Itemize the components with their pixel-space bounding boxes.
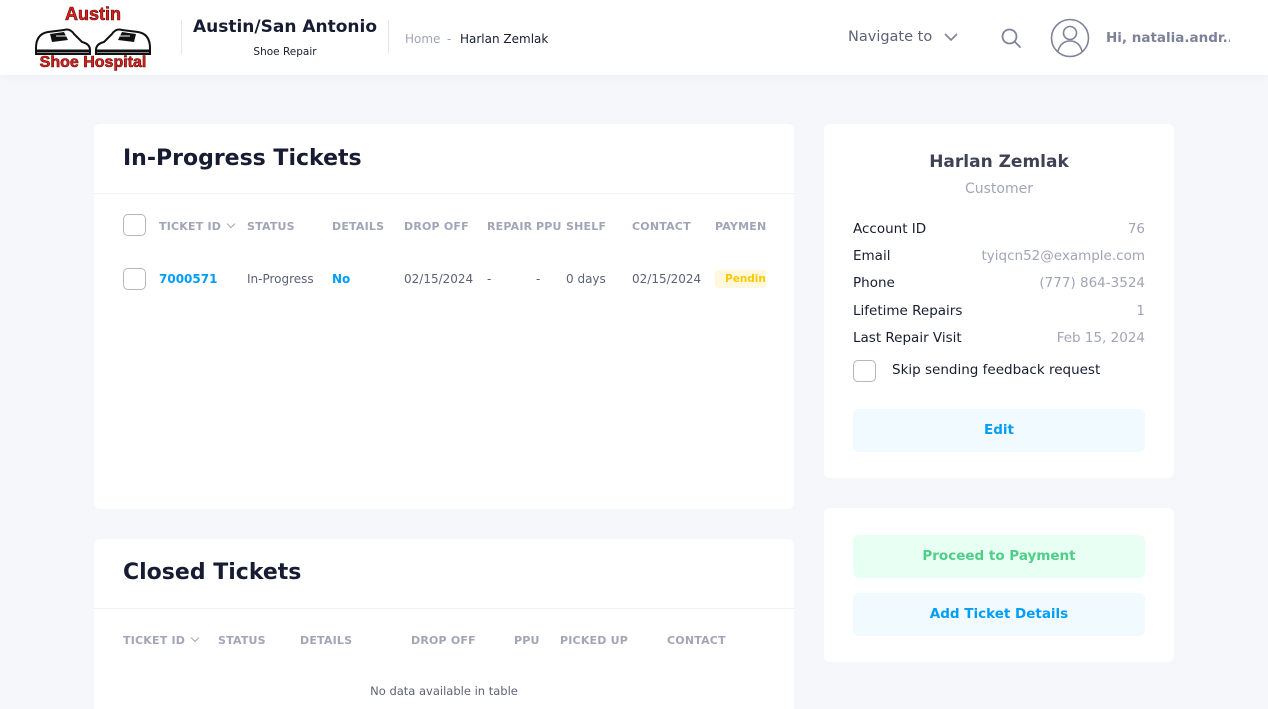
in-progress-tickets-card: In-Progress Tickets TICKET ID STATUS DET…: [94, 124, 794, 509]
closed-title: Closed Tickets: [123, 560, 302, 585]
logo-text-shoe-hospital: Shoe Hospital: [40, 54, 147, 71]
column-header-contact[interactable]: CONTACT: [667, 634, 726, 647]
column-header-contact[interactable]: CONTACT: [632, 220, 691, 233]
add-ticket-details-button[interactable]: Add Ticket Details: [853, 593, 1145, 636]
breadcrumb-current: Harlan Zemlak: [460, 32, 549, 46]
user-greeting[interactable]: Hi, natalia.andr...!: [1106, 30, 1230, 46]
email-value: tyiqcn52@example.com: [981, 248, 1146, 264]
column-header-ticket-id[interactable]: TICKET ID: [159, 219, 236, 233]
column-header-ticket-id[interactable]: TICKET ID: [123, 633, 200, 647]
payment-badge-clip: Pending: [715, 270, 766, 292]
navigate-to-label: Navigate to: [848, 29, 933, 45]
lifetime-repairs-label: Lifetime Repairs: [853, 303, 963, 319]
payment-status-badge: Pending: [715, 270, 766, 288]
user-avatar[interactable]: [1050, 18, 1090, 58]
header-divider: [388, 20, 389, 54]
breadcrumb-separator: -: [447, 32, 452, 46]
column-header-payment[interactable]: PAYMEN: [715, 220, 766, 233]
ticket-repair: -: [487, 272, 492, 286]
column-header-drop-off[interactable]: DROP OFF: [404, 220, 469, 233]
lifetime-repairs-value: 1: [1136, 303, 1145, 319]
last-repair-visit-value: Feb 15, 2024: [1056, 330, 1145, 346]
ticket-status: In-Progress: [247, 272, 314, 286]
column-header-details[interactable]: DETAILS: [332, 220, 384, 233]
header-divider: [181, 20, 182, 54]
last-repair-visit-label: Last Repair Visit: [853, 330, 962, 346]
customer-role: Customer: [964, 181, 1033, 197]
search-button[interactable]: [1000, 27, 1022, 49]
column-header-repair[interactable]: REPAIR: [487, 220, 532, 233]
select-all-checkbox[interactable]: [123, 214, 146, 236]
card-divider: [94, 608, 794, 609]
phone-value: (777) 864-3524: [1039, 275, 1145, 291]
logo-shoes-icon: Austin Shoe Hospital: [35, 4, 151, 71]
brand-title: Austin/San Antonio: [192, 17, 378, 37]
proceed-to-payment-button[interactable]: Proceed to Payment: [853, 535, 1145, 578]
brand-subtitle: Shoe Repair: [253, 46, 317, 58]
ticket-shelf: 0 days: [566, 272, 606, 286]
column-header-drop-off[interactable]: DROP OFF: [411, 634, 476, 647]
ticket-contact: 02/15/2024: [632, 272, 702, 286]
customer-card: Harlan Zemlak Customer Account ID 76 Ema…: [824, 124, 1174, 478]
ticket-drop-off: 02/15/2024: [404, 272, 474, 286]
chevron-down-icon: [944, 33, 958, 42]
ticket-id-link[interactable]: 7000571: [159, 272, 217, 286]
column-header-status[interactable]: STATUS: [247, 220, 295, 233]
skip-feedback-label[interactable]: Skip sending feedback request: [892, 362, 1100, 378]
ticket-ppu: -: [536, 272, 541, 286]
account-id-value: 76: [1127, 221, 1145, 237]
in-progress-title: In-Progress Tickets: [123, 146, 362, 171]
ticket-details-link[interactable]: No: [332, 272, 350, 286]
sort-chevron-icon: [190, 633, 200, 643]
column-header-status[interactable]: STATUS: [218, 634, 266, 647]
column-header-picked-up[interactable]: PICKED UP: [560, 634, 628, 647]
user-avatar-icon: [1050, 18, 1090, 58]
top-header: Austin Shoe Hospital Austin/San Antonio …: [0, 0, 1268, 75]
row-checkbox[interactable]: [123, 268, 146, 290]
empty-table-message: No data available in table: [370, 684, 518, 698]
card-divider: [94, 193, 794, 194]
sort-chevron-icon: [226, 219, 236, 229]
search-icon: [1001, 28, 1021, 48]
column-header-shelf[interactable]: SHELF: [566, 220, 606, 233]
navigate-to-dropdown[interactable]: Navigate to: [848, 29, 958, 45]
logo-text-austin: Austin: [65, 4, 121, 24]
column-header-details[interactable]: DETAILS: [300, 634, 352, 647]
skip-feedback-checkbox[interactable]: [853, 360, 876, 382]
phone-label: Phone: [853, 275, 895, 291]
email-label: Email: [853, 248, 891, 264]
edit-customer-button[interactable]: Edit: [853, 409, 1145, 452]
account-id-label: Account ID: [853, 221, 927, 237]
breadcrumb-home[interactable]: Home: [405, 32, 440, 46]
customer-name: Harlan Zemlak: [929, 152, 1069, 172]
actions-card: Proceed to Payment Add Ticket Details: [824, 508, 1174, 662]
company-logo[interactable]: Austin Shoe Hospital: [30, 4, 156, 72]
closed-tickets-card: Closed Tickets TICKET ID STATUS DETAILS …: [94, 539, 794, 709]
column-header-ppu[interactable]: PPU: [514, 634, 540, 647]
column-header-ppu[interactable]: PPU: [536, 220, 562, 233]
